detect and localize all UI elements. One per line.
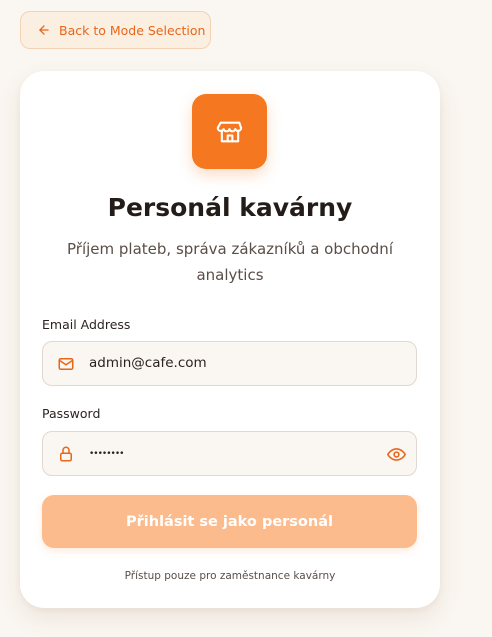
logo — [192, 94, 267, 169]
login-as-staff-button[interactable]: Přihlásit se jako personál — [42, 495, 417, 548]
password-label: Password — [42, 406, 101, 421]
email-field[interactable]: admin@cafe.com — [42, 341, 417, 386]
email-label: Email Address — [42, 317, 131, 332]
store-icon — [216, 118, 244, 146]
eye-icon[interactable] — [387, 445, 406, 464]
login-page: Back to Mode Selection Personál kavárny … — [0, 0, 492, 637]
lock-icon — [57, 445, 75, 463]
staff-only-note: Přístup pouze pro zaměstnance kavárny — [124, 570, 336, 582]
password-field[interactable]: •••••••• — [42, 431, 417, 476]
arrow-left-icon — [37, 23, 51, 37]
back-button-label: Back to Mode Selection — [59, 22, 206, 38]
email-value: admin@cafe.com — [89, 355, 207, 371]
page-subtitle: Příjem plateb, správa zákazníků a obchod… — [67, 240, 393, 284]
password-value: •••••••• — [89, 449, 124, 459]
back-to-mode-selection-button[interactable]: Back to Mode Selection — [20, 11, 211, 49]
login-card: Personál kavárny Příjem plateb, správa z… — [20, 71, 440, 608]
mail-icon — [57, 355, 75, 373]
page-title: Personál kavárny — [107, 193, 353, 222]
